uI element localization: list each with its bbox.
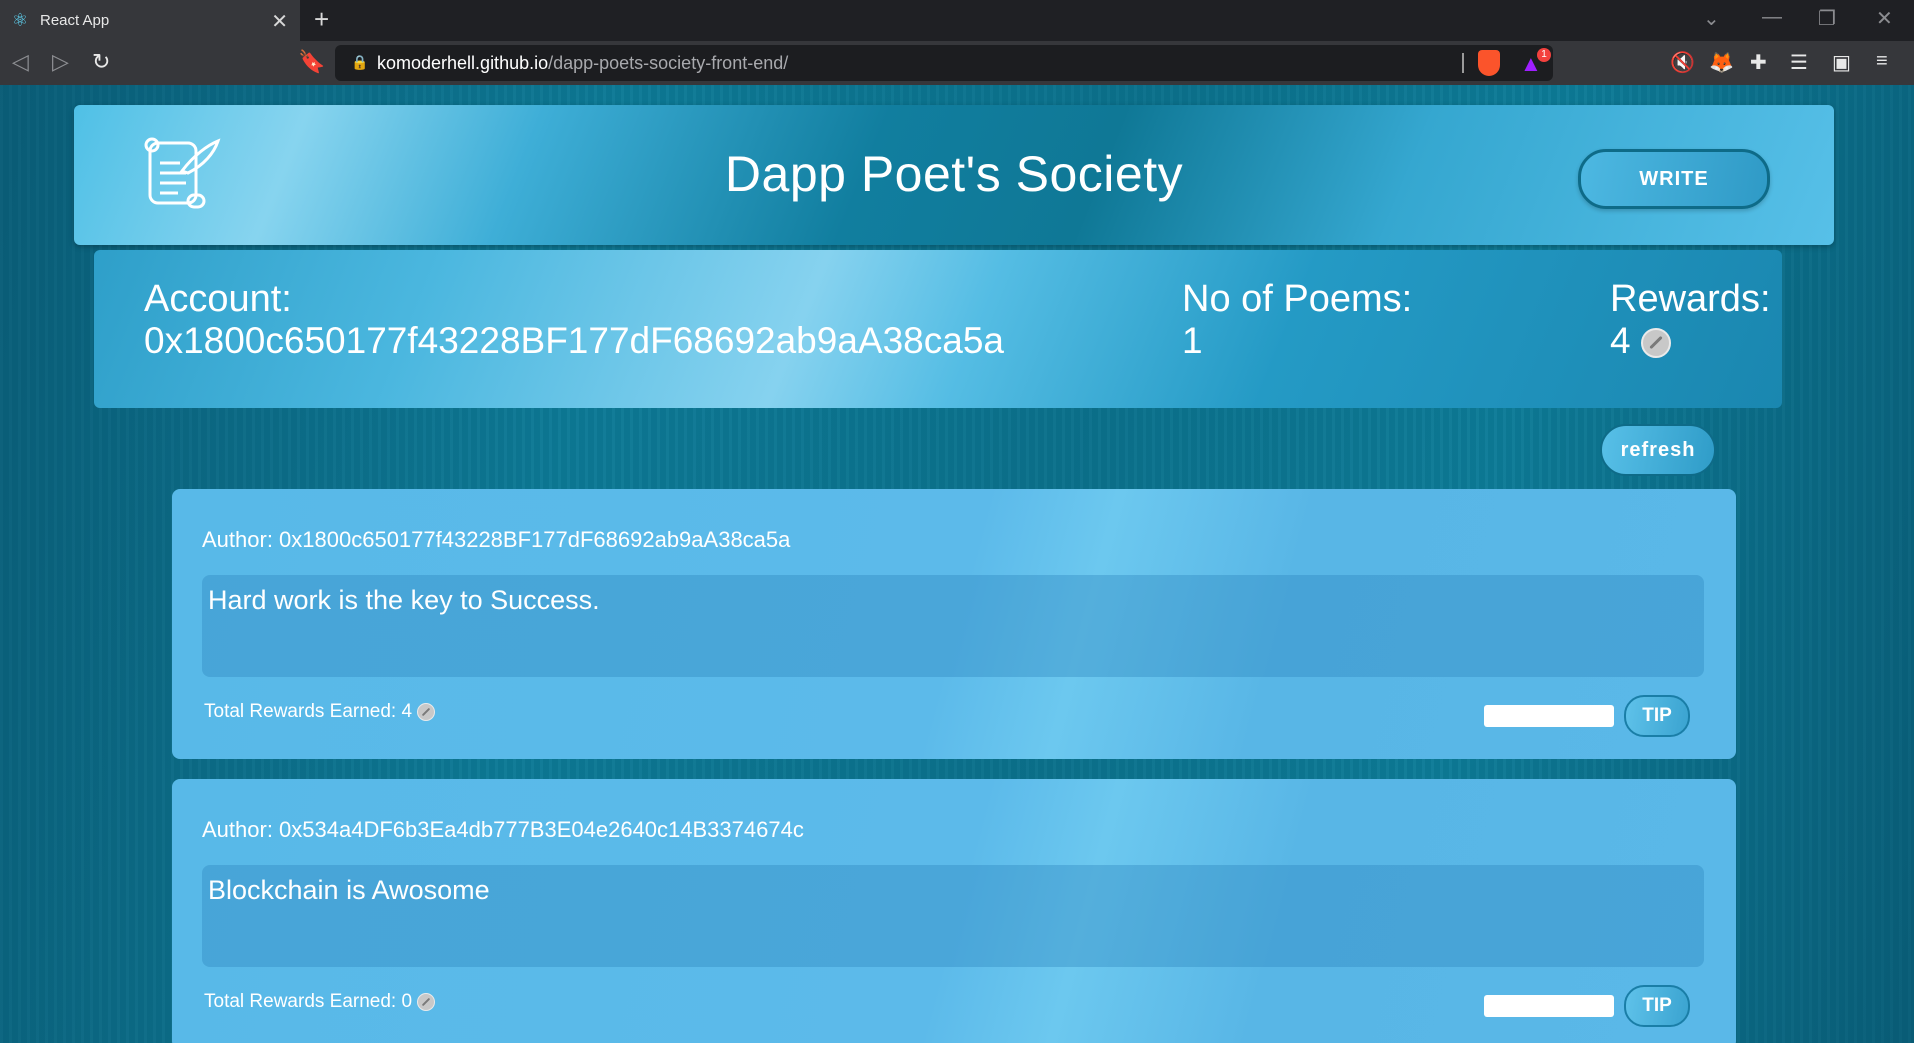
url-text[interactable]: komoderhell.github.io/dapp-poets-society… bbox=[377, 53, 788, 74]
back-icon[interactable]: ◁ bbox=[12, 49, 29, 75]
poem-text-box: Hard work is the key to Success. bbox=[202, 575, 1704, 677]
restore-icon[interactable]: ❐ bbox=[1818, 6, 1836, 31]
tab-search-icon[interactable]: ⌄ bbox=[1703, 6, 1720, 31]
poem-text: Hard work is the key to Success. bbox=[208, 585, 600, 615]
page-content: Dapp Poet's Society WRITE Account: 0x180… bbox=[0, 85, 1914, 1043]
app-header: Dapp Poet's Society WRITE bbox=[74, 105, 1834, 245]
account-address: 0x1800c650177f43228BF177dF68692ab9aA38ca… bbox=[144, 320, 1004, 361]
tip-button[interactable]: TIP bbox=[1624, 695, 1690, 737]
reload-icon[interactable]: ↻ bbox=[92, 49, 110, 75]
tab-title: React App bbox=[40, 12, 110, 29]
poems-count-value: 1 bbox=[1182, 320, 1203, 361]
new-tab-icon[interactable]: + bbox=[314, 4, 329, 35]
forward-icon[interactable]: ▷ bbox=[52, 49, 69, 75]
rewards-badge: 1 bbox=[1537, 48, 1551, 62]
menu-icon[interactable]: ≡ bbox=[1876, 50, 1888, 73]
url-separator bbox=[1462, 53, 1464, 73]
browser-toolbar: ◁ ▷ ↻ 🔖 🔒 komoderhell.github.io/dapp-poe… bbox=[0, 41, 1914, 85]
page-title: Dapp Poet's Society bbox=[724, 146, 1184, 202]
poems-count-label: No of Poems: bbox=[1182, 278, 1413, 320]
wallet-icon[interactable]: ▣ bbox=[1832, 50, 1851, 75]
playlist-icon[interactable]: ☰ bbox=[1790, 50, 1808, 75]
coin-icon bbox=[1640, 328, 1671, 359]
brave-shield-icon[interactable] bbox=[1478, 50, 1500, 76]
address-bar[interactable]: 🔒 komoderhell.github.io/dapp-poets-socie… bbox=[335, 45, 1553, 81]
account-panel: Account: 0x1800c650177f43228BF177dF68692… bbox=[94, 250, 1782, 408]
mute-icon[interactable]: 🔇 bbox=[1670, 50, 1695, 75]
poem-rewards: Total Rewards Earned: 4 bbox=[204, 701, 436, 723]
poem-text-box: Blockchain is Awosome bbox=[202, 865, 1704, 967]
browser-tab-bar: ⚛ React App ✕ + ⌄ — ❐ ✕ bbox=[0, 0, 1914, 41]
write-button[interactable]: WRITE bbox=[1578, 149, 1770, 209]
poem-card: Author: 0x534a4DF6b3Ea4db777B3E04e2640c1… bbox=[172, 779, 1736, 1043]
rewards-label: Rewards: bbox=[1610, 278, 1771, 320]
poem-author: Author: 0x534a4DF6b3Ea4db777B3E04e2640c1… bbox=[202, 817, 804, 842]
coin-icon bbox=[417, 992, 436, 1011]
close-window-icon[interactable]: ✕ bbox=[1876, 6, 1893, 31]
poem-rewards: Total Rewards Earned: 0 bbox=[204, 991, 436, 1013]
account-label: Account: bbox=[144, 278, 292, 320]
bookmark-icon[interactable]: 🔖 bbox=[298, 49, 325, 75]
rewards-value: 4 bbox=[1610, 320, 1671, 362]
browser-tab[interactable]: ⚛ React App ✕ bbox=[0, 0, 300, 41]
tip-button[interactable]: TIP bbox=[1624, 985, 1690, 1027]
minimize-icon[interactable]: — bbox=[1762, 6, 1782, 29]
refresh-button[interactable]: refresh bbox=[1600, 424, 1716, 476]
close-tab-icon[interactable]: ✕ bbox=[271, 9, 288, 34]
poem-author: Author: 0x1800c650177f43228BF177dF68692a… bbox=[202, 527, 791, 552]
tip-amount-input[interactable] bbox=[1484, 705, 1614, 727]
lock-icon: 🔒 bbox=[351, 54, 369, 70]
extensions-icon[interactable]: ✚ bbox=[1750, 50, 1767, 75]
poem-card: Author: 0x1800c650177f43228BF177dF68692a… bbox=[172, 489, 1736, 759]
poem-text: Blockchain is Awosome bbox=[208, 875, 490, 905]
react-icon: ⚛ bbox=[11, 10, 29, 30]
coin-icon bbox=[417, 702, 436, 721]
metamask-icon[interactable]: 🦊 bbox=[1709, 50, 1734, 75]
tip-amount-input[interactable] bbox=[1484, 995, 1614, 1017]
